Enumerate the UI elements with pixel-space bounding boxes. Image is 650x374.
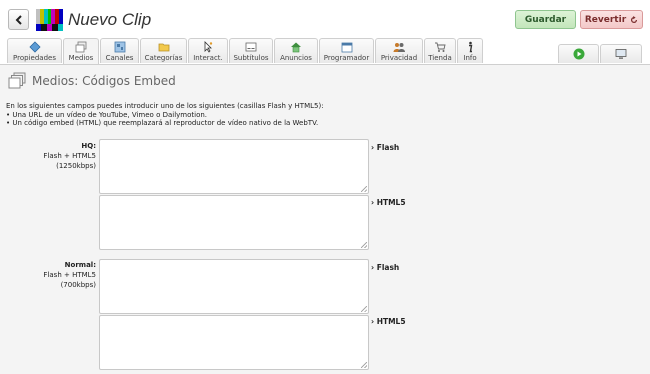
group-format: Flash + HTML5 bbox=[43, 271, 96, 279]
instruction-line: • Una URL de un vídeo de YouTube, Vimeo … bbox=[6, 110, 208, 119]
section-title: Medios: Códigos Embed bbox=[32, 74, 176, 88]
embed-icon bbox=[8, 72, 26, 89]
play-icon bbox=[573, 48, 584, 60]
group-bitrate: (1250kbps) bbox=[56, 162, 96, 170]
resize-grip-icon[interactable] bbox=[361, 186, 367, 192]
tab-categorias[interactable]: Categorías bbox=[140, 38, 187, 63]
chevron-left-icon bbox=[15, 14, 22, 25]
play-button[interactable] bbox=[558, 44, 599, 63]
tab-label: Medios bbox=[68, 54, 94, 62]
calendar-icon bbox=[341, 41, 353, 53]
hq-label-group: HQ: Flash + HTML5 (1250kbps) bbox=[6, 141, 96, 171]
revert-label: Revertir bbox=[584, 14, 627, 25]
normal-flash-textarea[interactable] bbox=[99, 259, 369, 314]
resize-grip-icon[interactable] bbox=[361, 362, 367, 368]
tab-label: Subtítulos bbox=[233, 54, 269, 62]
hq-html5-label: › HTML5 bbox=[371, 198, 406, 207]
hq-flash-label: › Flash bbox=[371, 143, 400, 152]
tab-label: Interact. bbox=[193, 54, 223, 62]
tab-anuncios[interactable]: Anuncios bbox=[274, 38, 318, 63]
save-button[interactable]: Guardar bbox=[515, 10, 576, 29]
tab-propiedades[interactable]: Propiedades bbox=[7, 38, 62, 63]
tab-subtitulos[interactable]: Subtítulos bbox=[229, 38, 273, 63]
monitor-icon bbox=[615, 49, 627, 59]
instruction-line: • Un código embed (HTML) que reemplazará… bbox=[6, 119, 319, 127]
hq-html5-textarea[interactable] bbox=[99, 195, 369, 250]
group-bitrate: (700kbps) bbox=[60, 281, 96, 289]
tab-canales[interactable]: Canales bbox=[100, 38, 139, 63]
tab-label: Categorías bbox=[144, 54, 183, 62]
tab-label: Anuncios bbox=[280, 54, 312, 62]
tab-medios[interactable]: Medios bbox=[63, 38, 99, 64]
media-icon bbox=[75, 41, 87, 53]
revert-button[interactable]: Revertir bbox=[580, 10, 643, 29]
normal-html5-label: › HTML5 bbox=[371, 317, 406, 326]
users-icon bbox=[393, 41, 405, 53]
top-bar: Nuevo Clip Guardar Revertir bbox=[0, 0, 650, 38]
refresh-icon bbox=[631, 15, 638, 23]
folder-icon bbox=[158, 41, 170, 53]
tab-label: Tienda bbox=[428, 54, 452, 62]
page-title: Nuevo Clip bbox=[68, 10, 152, 29]
tab-privacidad[interactable]: Privacidad bbox=[375, 38, 423, 63]
resize-grip-icon[interactable] bbox=[361, 306, 367, 312]
back-button[interactable] bbox=[8, 9, 29, 30]
normal-flash-label: › Flash bbox=[371, 263, 400, 272]
tab-label: Canales bbox=[105, 54, 134, 62]
tab-info[interactable]: Info bbox=[457, 38, 483, 63]
preview-button[interactable] bbox=[600, 44, 642, 63]
tab-label: Propiedades bbox=[13, 54, 56, 62]
house-icon bbox=[290, 41, 302, 53]
normal-html5-textarea[interactable] bbox=[99, 315, 369, 370]
info-icon bbox=[464, 41, 476, 53]
cart-icon bbox=[434, 41, 446, 53]
tab-bar: Propiedades Medios Canales Categorías In… bbox=[0, 38, 650, 65]
tab-interact[interactable]: Interact. bbox=[188, 38, 228, 63]
channels-icon bbox=[114, 41, 126, 53]
tab-label: Info bbox=[463, 54, 477, 62]
group-name: Normal: bbox=[64, 261, 96, 269]
tab-label: Programador bbox=[323, 54, 370, 62]
tab-label: Privacidad bbox=[380, 54, 418, 62]
clip-thumbnail bbox=[36, 9, 64, 31]
tab-programador[interactable]: Programador bbox=[319, 38, 374, 63]
diamond-icon bbox=[28, 41, 41, 53]
hq-flash-textarea[interactable] bbox=[99, 139, 369, 194]
normal-label-group: Normal: Flash + HTML5 (700kbps) bbox=[6, 260, 96, 290]
instruction-line: En los siguientes campos puedes introduc… bbox=[6, 102, 324, 110]
group-format: Flash + HTML5 bbox=[43, 152, 96, 160]
group-name: HQ: bbox=[81, 142, 96, 150]
instructions: En los siguientes campos puedes introduc… bbox=[6, 102, 324, 128]
resize-grip-icon[interactable] bbox=[361, 242, 367, 248]
subtitles-icon bbox=[245, 41, 257, 53]
tab-tienda[interactable]: Tienda bbox=[424, 38, 456, 63]
cursor-icon bbox=[202, 41, 214, 53]
